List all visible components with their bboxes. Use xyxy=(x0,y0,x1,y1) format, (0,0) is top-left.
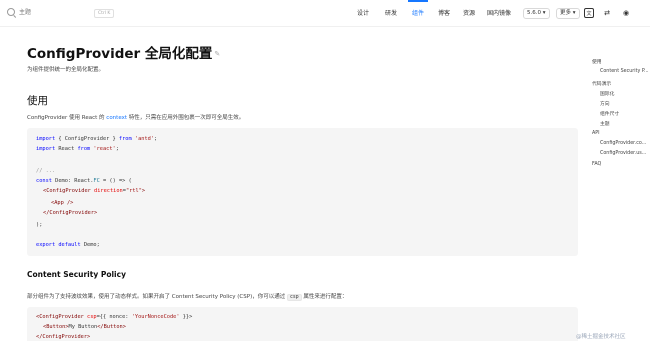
search-shortcut-badge: Ctrl K xyxy=(94,9,115,18)
anchor-item-use-config[interactable]: ConfigProvider.us... xyxy=(600,151,646,156)
usage-text-before: ConfigProvider 使用 React 的 xyxy=(27,115,105,121)
code-line: </ConfigProvider> xyxy=(36,334,91,340)
nav-development[interactable]: 研发 xyxy=(385,0,397,27)
watermark: @稀土掘金技术社区 xyxy=(576,334,626,340)
anchor-item-examples[interactable]: 代码演示 xyxy=(592,80,611,87)
code-line: import React from 'react'; xyxy=(36,146,119,152)
version-select[interactable]: 5.6.0 ▾ xyxy=(523,8,550,19)
anchor-item-size[interactable]: 组件尺寸 xyxy=(600,110,619,117)
github-icon[interactable]: ◉ xyxy=(621,8,631,18)
code-line: import { ConfigProvider } from 'antd'; xyxy=(36,136,158,142)
anchor-item-locale[interactable]: 国际化 xyxy=(600,90,614,97)
csp-text-before: 部分组件为了支持波纹效果，使用了动态样式。如果开启了 Content Secur… xyxy=(27,294,286,300)
search-icon xyxy=(7,8,15,16)
page-title: ConfigProvider 全局化配置 ✎ xyxy=(27,42,220,62)
code-block-csp: <ConfigProvider csp={{ nonce: 'YourNonce… xyxy=(27,307,578,341)
anchor-item-csp[interactable]: Content Security P... xyxy=(600,69,649,74)
code-line: ); xyxy=(36,222,43,228)
anchor-item-theme[interactable]: 主题 xyxy=(600,120,610,127)
nav-design[interactable]: 设计 xyxy=(357,0,369,27)
code-line: <ConfigProvider csp={{ nonce: 'YourNonce… xyxy=(36,314,193,320)
code-line: </ConfigProvider> xyxy=(43,210,98,216)
usage-paragraph: ConfigProvider 使用 React 的 context 特性，只需在… xyxy=(27,113,244,121)
usage-text-after: 特性，只需在应用外围包裹一次即可全局生效。 xyxy=(128,115,245,121)
nav-components[interactable]: 组件 xyxy=(407,0,429,27)
section-heading-csp: Content Security Policy xyxy=(27,270,126,279)
version-value: 5.6.0 xyxy=(527,10,541,16)
context-link[interactable]: context xyxy=(106,115,127,121)
top-header: Ctrl K 设计 研发 组件 博客 资源 国内镜像 5.6.0 ▾ 更多 ▾ … xyxy=(0,0,650,27)
nav-blog[interactable]: 博客 xyxy=(438,0,450,27)
csp-paragraph: 部分组件为了支持波纹效果，使用了动态样式。如果开启了 Content Secur… xyxy=(27,292,347,301)
anchor-item-direction[interactable]: 方向 xyxy=(600,100,610,107)
anchor-item-usage[interactable]: 使用 xyxy=(592,58,602,65)
inline-code-csp: csp xyxy=(286,294,302,301)
nav-china-mirror[interactable]: 国内镜像 xyxy=(487,0,511,27)
code-block-usage: import { ConfigProvider } from 'antd'; i… xyxy=(27,128,578,256)
language-switch-icon[interactable]: 文 xyxy=(584,8,594,18)
anchor-item-faq[interactable]: FAQ xyxy=(592,162,601,167)
code-line: const Demo: React.FC = () => ( xyxy=(36,178,132,184)
page-title-text: ConfigProvider 全局化配置 xyxy=(27,46,213,62)
search-input[interactable] xyxy=(19,7,89,19)
more-label: 更多 xyxy=(560,10,572,16)
page-subtitle: 为组件提供统一的全局化配置。 xyxy=(27,67,105,73)
anchor-item-config-method[interactable]: ConfigProvider.co... xyxy=(600,141,646,146)
direction-switch-icon[interactable]: ⇄ xyxy=(602,8,612,18)
code-line: <ConfigProvider direction="rtl"> xyxy=(43,188,146,194)
edit-icon[interactable]: ✎ xyxy=(214,50,220,58)
code-line: // ... xyxy=(36,168,56,174)
section-heading-usage: 使用 xyxy=(27,95,48,107)
chevron-down-icon: ▾ xyxy=(572,10,576,16)
code-line: <App /> xyxy=(51,200,74,206)
anchor-item-api[interactable]: API xyxy=(592,131,600,136)
nav-resources[interactable]: 资源 xyxy=(463,0,475,27)
csp-text-after: 属性来进行配置： xyxy=(303,294,348,300)
code-line: export default Demo; xyxy=(36,242,100,248)
chevron-down-icon: ▾ xyxy=(542,10,546,16)
code-line: <Button>My Button</Button> xyxy=(43,324,126,330)
more-dropdown[interactable]: 更多 ▾ xyxy=(556,8,580,19)
